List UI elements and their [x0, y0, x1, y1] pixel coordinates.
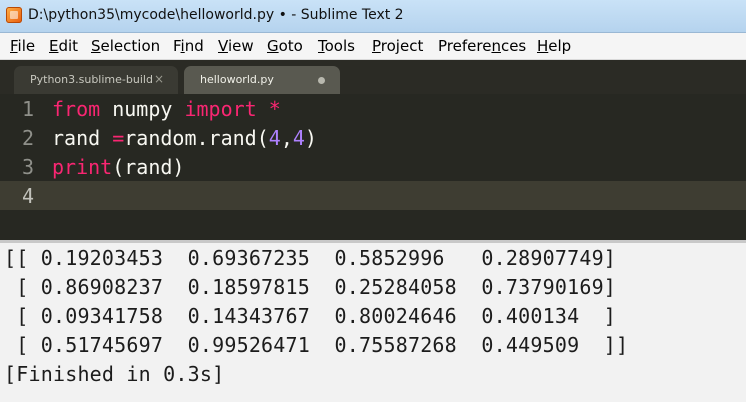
code-token: ,: [280, 126, 293, 150]
line-number-gutter: 1 2 3 4: [0, 94, 46, 240]
code-token: (rand): [112, 155, 185, 179]
current-line-highlight: [0, 181, 746, 210]
menu-preferences[interactable]: Preferences: [438, 37, 526, 55]
unsaved-dot-icon[interactable]: [318, 77, 325, 84]
menu-file[interactable]: File: [10, 37, 35, 55]
code-line[interactable]: from numpy import *: [52, 97, 281, 121]
code-token: =: [112, 126, 125, 150]
code-token: 4: [292, 126, 305, 150]
tab-label: Python3.sublime-build: [30, 73, 153, 86]
tab-close-icon[interactable]: ×: [154, 72, 164, 86]
code-token: print: [52, 155, 113, 179]
code-token: 4: [268, 126, 281, 150]
output-line: [ 0.86908237 0.18597815 0.25284058 0.737…: [4, 275, 617, 299]
menu-goto[interactable]: Goto: [267, 37, 303, 55]
code-line[interactable]: rand =random.rand(4,4): [52, 126, 317, 150]
code-token: rand: [52, 126, 113, 150]
code-line[interactable]: print(rand): [52, 155, 184, 179]
code-token: from: [52, 97, 101, 121]
menu-project[interactable]: Project: [372, 37, 423, 55]
build-output-panel: [[ 0.19203453 0.69367235 0.5852996 0.289…: [0, 243, 746, 402]
menu-find[interactable]: Find: [173, 37, 204, 55]
output-line: [ 0.09341758 0.14343767 0.80024646 0.400…: [4, 304, 617, 328]
code-token: *: [268, 97, 281, 121]
tab-label: helloworld.py: [200, 73, 274, 86]
code-editor[interactable]: 1 2 3 4 from numpy import * rand =random…: [0, 94, 746, 240]
tab-bar: Python3.sublime-build × helloworld.py: [0, 60, 746, 94]
output-line: [[ 0.19203453 0.69367235 0.5852996 0.289…: [4, 246, 617, 270]
code-token: import: [184, 97, 257, 121]
code-token: ): [304, 126, 317, 150]
output-line: [ 0.51745697 0.99526471 0.75587268 0.449…: [4, 333, 629, 357]
window-title: D:\python35\mycode\helloworld.py • - Sub…: [28, 7, 404, 23]
tab-helloworld[interactable]: helloworld.py: [184, 66, 340, 94]
tab-python3-build[interactable]: Python3.sublime-build ×: [14, 66, 178, 94]
menu-tools[interactable]: Tools: [318, 37, 355, 55]
title-bar: D:\python35\mycode\helloworld.py • - Sub…: [0, 0, 746, 33]
code-token: numpy: [100, 97, 185, 121]
output-line: [Finished in 0.3s]: [4, 362, 225, 386]
line-number: 2: [21, 126, 34, 150]
line-number: 1: [21, 97, 34, 121]
menu-bar: File Edit Selection Find View Goto Tools…: [0, 33, 746, 60]
sublime-app-icon: [6, 7, 22, 23]
menu-help[interactable]: Help: [537, 37, 571, 55]
menu-edit[interactable]: Edit: [49, 37, 78, 55]
menu-view[interactable]: View: [218, 37, 254, 55]
code-token: random.rand(: [124, 126, 269, 150]
line-number: 3: [21, 155, 34, 179]
line-number: 4: [21, 184, 34, 208]
menu-selection[interactable]: Selection: [91, 37, 160, 55]
